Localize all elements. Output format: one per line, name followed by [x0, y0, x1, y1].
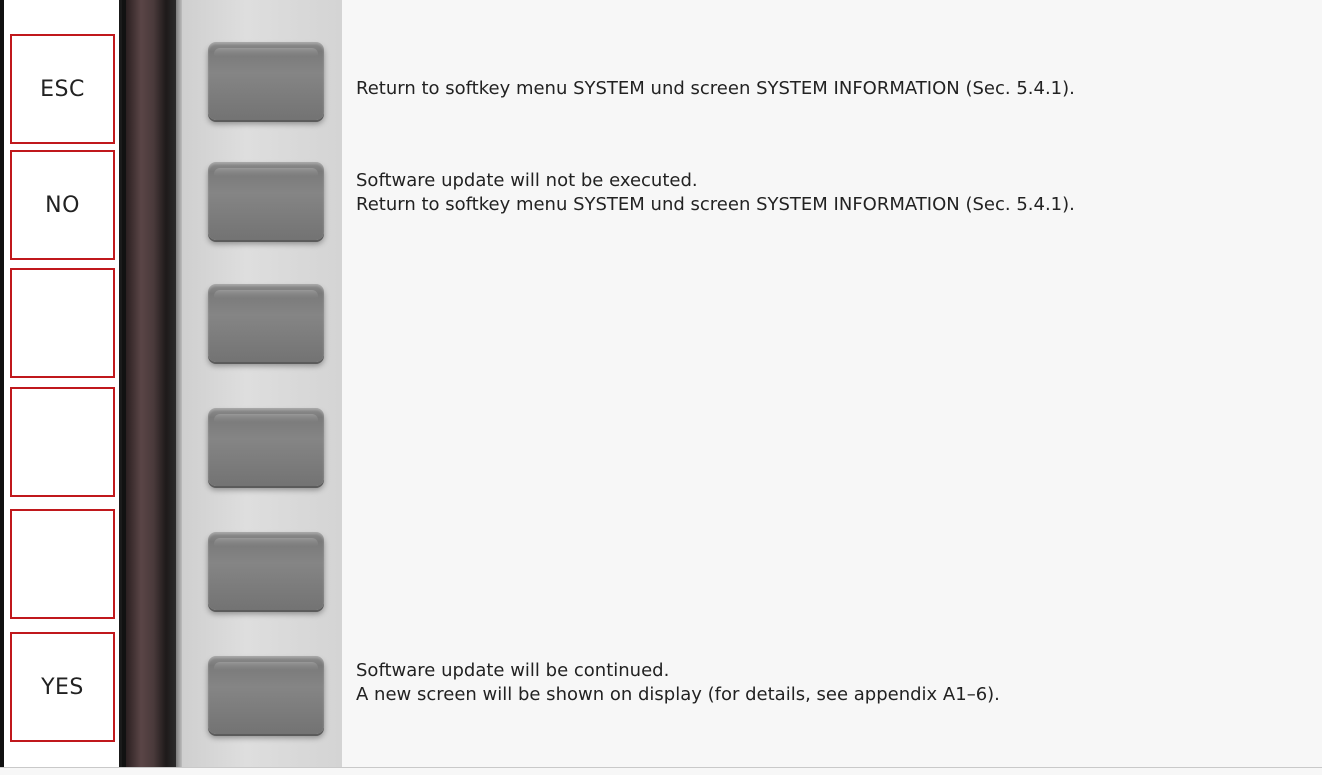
hardware-key-6[interactable]: [208, 656, 324, 734]
softkey-esc-label: ESC: [40, 76, 85, 102]
softkey-4-blank[interactable]: [10, 387, 115, 497]
softkey-esc[interactable]: ESC: [10, 34, 115, 144]
hardware-key-4[interactable]: [208, 408, 324, 486]
display-bezel: [126, 0, 176, 767]
yes-description-line-2: A new screen will be shown on display (f…: [356, 684, 1000, 705]
esc-description: Return to softkey menu SYSTEM und screen…: [356, 77, 1306, 101]
softkey-5-blank[interactable]: [10, 509, 115, 619]
yes-description-line-1: Software update will be continued.: [356, 660, 670, 681]
softkey-yes-label: YES: [41, 674, 84, 700]
device-photo: ESC NO YES: [0, 0, 342, 767]
yes-description: Software update will be continued. A new…: [356, 659, 1306, 707]
hardware-key-1[interactable]: [208, 42, 324, 120]
softkey-no-label: NO: [45, 192, 80, 218]
no-description: Software update will not be executed. Re…: [356, 169, 1306, 217]
hardware-key-5[interactable]: [208, 532, 324, 610]
no-description-line-2: Return to softkey menu SYSTEM und screen…: [356, 194, 1075, 215]
hardware-key-2[interactable]: [208, 162, 324, 240]
softkey-no[interactable]: NO: [10, 150, 115, 260]
softkey-yes[interactable]: YES: [10, 632, 115, 742]
hardware-key-3[interactable]: [208, 284, 324, 362]
manual-page: ESC NO YES Return to softkey menu SYSTEM…: [0, 0, 1322, 768]
softkey-3-blank[interactable]: [10, 268, 115, 378]
esc-description-line: Return to softkey menu SYSTEM und screen…: [356, 78, 1075, 99]
no-description-line-1: Software update will not be executed.: [356, 170, 698, 191]
